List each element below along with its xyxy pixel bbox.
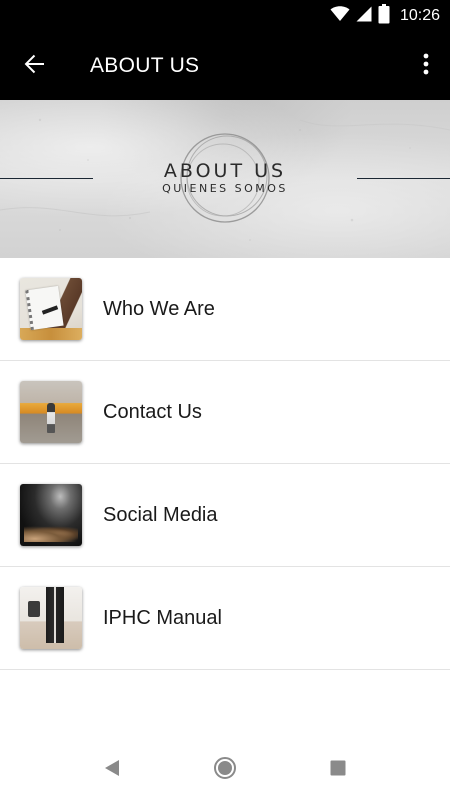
banner-title: ABOUT US <box>163 160 287 182</box>
back-triangle-icon <box>104 759 120 782</box>
list-item-contact-us[interactable]: Contact Us <box>0 361 450 464</box>
banner-subtitle: QUIENES SOMOS <box>162 182 288 195</box>
cell-signal-icon <box>356 6 372 27</box>
list-item-social-media[interactable]: Social Media <box>0 464 450 567</box>
list-item-iphc-manual[interactable]: IPHC Manual <box>0 567 450 670</box>
list-item-label: Who We Are <box>103 298 215 320</box>
system-nav-bar <box>0 740 450 800</box>
wifi-icon <box>330 5 350 27</box>
battery-icon <box>378 3 390 29</box>
home-circle-icon <box>213 756 237 785</box>
worship-hands-thumbnail <box>20 484 82 546</box>
nav-home-button[interactable] <box>205 750 245 790</box>
arrow-left-icon <box>23 53 45 80</box>
nav-back-button[interactable] <box>92 750 132 790</box>
list-item-label: Social Media <box>103 504 218 526</box>
list-item-who-we-are[interactable]: Who We Are <box>0 258 450 361</box>
about-menu-list: Who We Are Contact Us Social Media IPHC … <box>0 258 450 670</box>
walking-legs-thumbnail <box>20 587 82 649</box>
page-title: ABOUT US <box>90 54 200 77</box>
status-bar: 10:26 <box>0 0 450 32</box>
overflow-menu-button[interactable] <box>412 46 440 86</box>
status-time: 10:26 <box>399 7 440 24</box>
app-bar: ABOUT US <box>0 32 450 100</box>
about-us-screen: 10:26 ABOUT US ABOUT US QUIENES SOMOS Wh… <box>0 0 450 800</box>
nav-recents-button[interactable] <box>318 750 358 790</box>
list-item-label: IPHC Manual <box>103 607 222 629</box>
back-button[interactable] <box>14 46 54 86</box>
overflow-menu-icon <box>423 53 429 80</box>
train-station-thumbnail <box>20 381 82 443</box>
list-item-label: Contact Us <box>103 401 202 423</box>
header-banner: ABOUT US QUIENES SOMOS <box>0 100 450 258</box>
status-icons: 10:26 <box>330 0 440 32</box>
notebook-writing-thumbnail <box>20 278 82 340</box>
recents-square-icon <box>330 760 346 781</box>
